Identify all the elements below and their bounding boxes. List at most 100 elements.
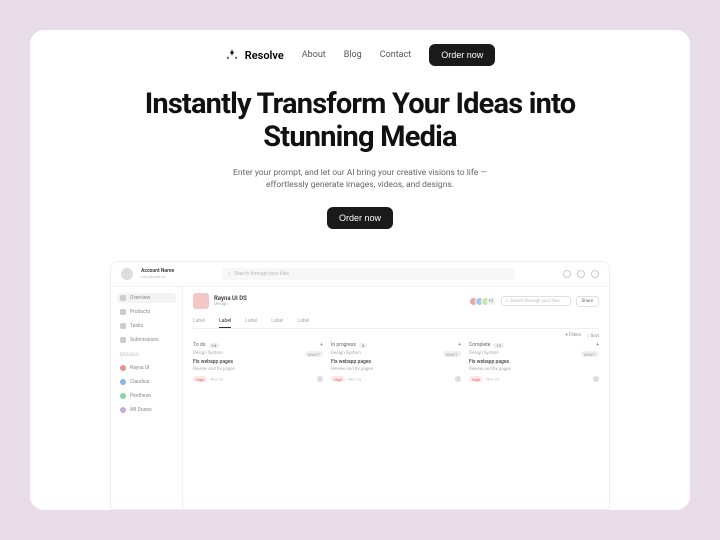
kanban-columns: To do 14 + Design System DRAFT Fix webap…: [193, 342, 599, 503]
dashboard-body: Overview Products Tasks Submissions Bran…: [111, 287, 609, 509]
tab[interactable]: Label: [297, 315, 309, 328]
kanban-column: Complete 12 + Design System DRAFT Fix we…: [469, 342, 599, 503]
project-subtitle: Design: [214, 302, 247, 307]
column-title: To do: [193, 342, 206, 348]
sidebar-label: Products: [130, 309, 150, 315]
sort-button[interactable]: ↕ Sort: [587, 333, 599, 339]
add-icon[interactable]: +: [320, 342, 323, 348]
kanban-column: To do 14 + Design System DRAFT Fix webap…: [193, 342, 323, 503]
user-avatar[interactable]: [121, 268, 133, 280]
nav-cta-button[interactable]: Order now: [429, 44, 495, 66]
column-title: In progress: [331, 342, 356, 348]
window-icon[interactable]: [563, 270, 571, 278]
landing-page: Resolve About Blog Contact Order now Ins…: [30, 30, 690, 510]
card-desc: Review and fix pages: [193, 367, 323, 372]
brand-color-dot: [120, 379, 126, 385]
brand[interactable]: Resolve: [225, 48, 284, 62]
tab[interactable]: Label: [193, 315, 205, 328]
nav-about[interactable]: About: [302, 50, 326, 60]
filters-button[interactable]: ▾ Filters: [566, 333, 582, 339]
avatar-more: +2: [487, 297, 496, 306]
brand-color-dot: [120, 407, 126, 413]
dashboard-preview: Account Name user@mail.co ⌕ Search throu…: [110, 261, 610, 510]
nav-contact[interactable]: Contact: [380, 50, 411, 60]
priority-badge: High: [331, 376, 345, 382]
sidebar-label: AB Dunes: [130, 407, 152, 413]
search-placeholder: Search through your files: [234, 271, 289, 277]
logo-icon: [225, 48, 239, 62]
share-button[interactable]: Share: [576, 296, 599, 307]
add-icon[interactable]: +: [596, 342, 599, 348]
card-date: Nov 23: [211, 377, 224, 382]
search-icon: ⌕: [228, 271, 231, 277]
assignee-avatar: [593, 376, 599, 382]
project-controls: +2 ⌕ Search through your files Share: [472, 296, 599, 307]
sidebar: Overview Products Tasks Submissions Bran…: [111, 287, 183, 509]
card-desc: Review and fix pages: [331, 367, 461, 372]
kanban-card[interactable]: Design System DRAFT Fix webapp pages Rev…: [193, 351, 323, 382]
sidebar-item-products[interactable]: Products: [117, 307, 176, 317]
dashboard-topbar: Account Name user@mail.co ⌕ Search throu…: [111, 262, 609, 287]
brand-color-dot: [120, 393, 126, 399]
sidebar-brand[interactable]: Claudius: [117, 377, 176, 387]
inbox-icon: [120, 337, 126, 343]
sidebar-label: Pentheon: [130, 393, 151, 399]
box-icon: [120, 309, 126, 315]
collaborator-avatars[interactable]: +2: [472, 297, 496, 306]
card-date: Nov 23: [349, 377, 362, 382]
sidebar-item-overview[interactable]: Overview: [117, 293, 176, 303]
card-section: Design System: [193, 351, 223, 357]
tab[interactable]: Label: [219, 315, 231, 328]
sidebar-brand[interactable]: AB Dunes: [117, 405, 176, 415]
sidebar-brand[interactable]: Rayna UI: [117, 363, 176, 373]
assignee-avatar: [317, 376, 323, 382]
card-section: Design System: [331, 351, 361, 357]
card-title: Fix webapp pages: [193, 359, 323, 365]
hero-title: Instantly Transform Your Ideas into Stun…: [100, 88, 620, 155]
project-thumbnail: [193, 293, 209, 309]
kanban-card[interactable]: Design System DRAFT Fix webapp pages Rev…: [469, 351, 599, 382]
project-search[interactable]: ⌕ Search through your files: [501, 296, 571, 306]
sidebar-item-submissions[interactable]: Submissions: [117, 335, 176, 345]
sidebar-heading-brands: Brands: [120, 353, 176, 358]
kanban-column: In progress 3 + Design System DRAFT Fix …: [331, 342, 461, 503]
column-count: 3: [359, 343, 367, 348]
add-icon[interactable]: +: [458, 342, 461, 348]
card-title: Fix webapp pages: [331, 359, 461, 365]
sidebar-item-tasks[interactable]: Tasks: [117, 321, 176, 331]
tab[interactable]: Label: [245, 315, 257, 328]
column-header: Complete 12 +: [469, 342, 599, 348]
card-desc: Review and fix pages: [469, 367, 599, 372]
sidebar-label: Tasks: [130, 323, 143, 329]
hero-subtitle: Enter your prompt, and let our AI bring …: [215, 167, 505, 193]
sidebar-label: Rayna UI: [130, 365, 149, 371]
column-title: Complete: [469, 342, 490, 348]
project-header: Rayna UI DS Design +2 ⌕ S: [193, 293, 599, 309]
card-title: Fix webapp pages: [469, 359, 599, 365]
brand-color-dot: [120, 365, 126, 371]
user-email: user@mail.co: [141, 275, 174, 279]
kanban-card[interactable]: Design System DRAFT Fix webapp pages Rev…: [331, 351, 461, 382]
home-icon: [120, 295, 126, 301]
assignee-avatar: [455, 376, 461, 382]
card-date: Nov 23: [487, 377, 500, 382]
view-tabs: Label Label Label Label Label: [193, 315, 599, 329]
check-icon: [120, 323, 126, 329]
tab[interactable]: Label: [271, 315, 283, 328]
search-icon: ⌕: [506, 298, 509, 304]
window-icon[interactable]: [591, 270, 599, 278]
sidebar-label: Overview: [130, 295, 150, 301]
sidebar-brand[interactable]: Pentheon: [117, 391, 176, 401]
window-icon[interactable]: [577, 270, 585, 278]
status-badge: DRAFT: [443, 351, 461, 357]
view-controls: ▾ Filters ↕ Sort: [193, 333, 599, 339]
column-count: 14: [209, 343, 220, 348]
global-search[interactable]: ⌕ Search through your files: [222, 268, 515, 280]
nav-blog[interactable]: Blog: [344, 50, 362, 60]
column-count: 12: [493, 343, 504, 348]
window-controls: [563, 270, 599, 278]
priority-badge: High: [469, 376, 483, 382]
hero-cta-button[interactable]: Order now: [327, 207, 393, 229]
status-badge: DRAFT: [305, 351, 323, 357]
brand-name: Resolve: [245, 49, 284, 62]
